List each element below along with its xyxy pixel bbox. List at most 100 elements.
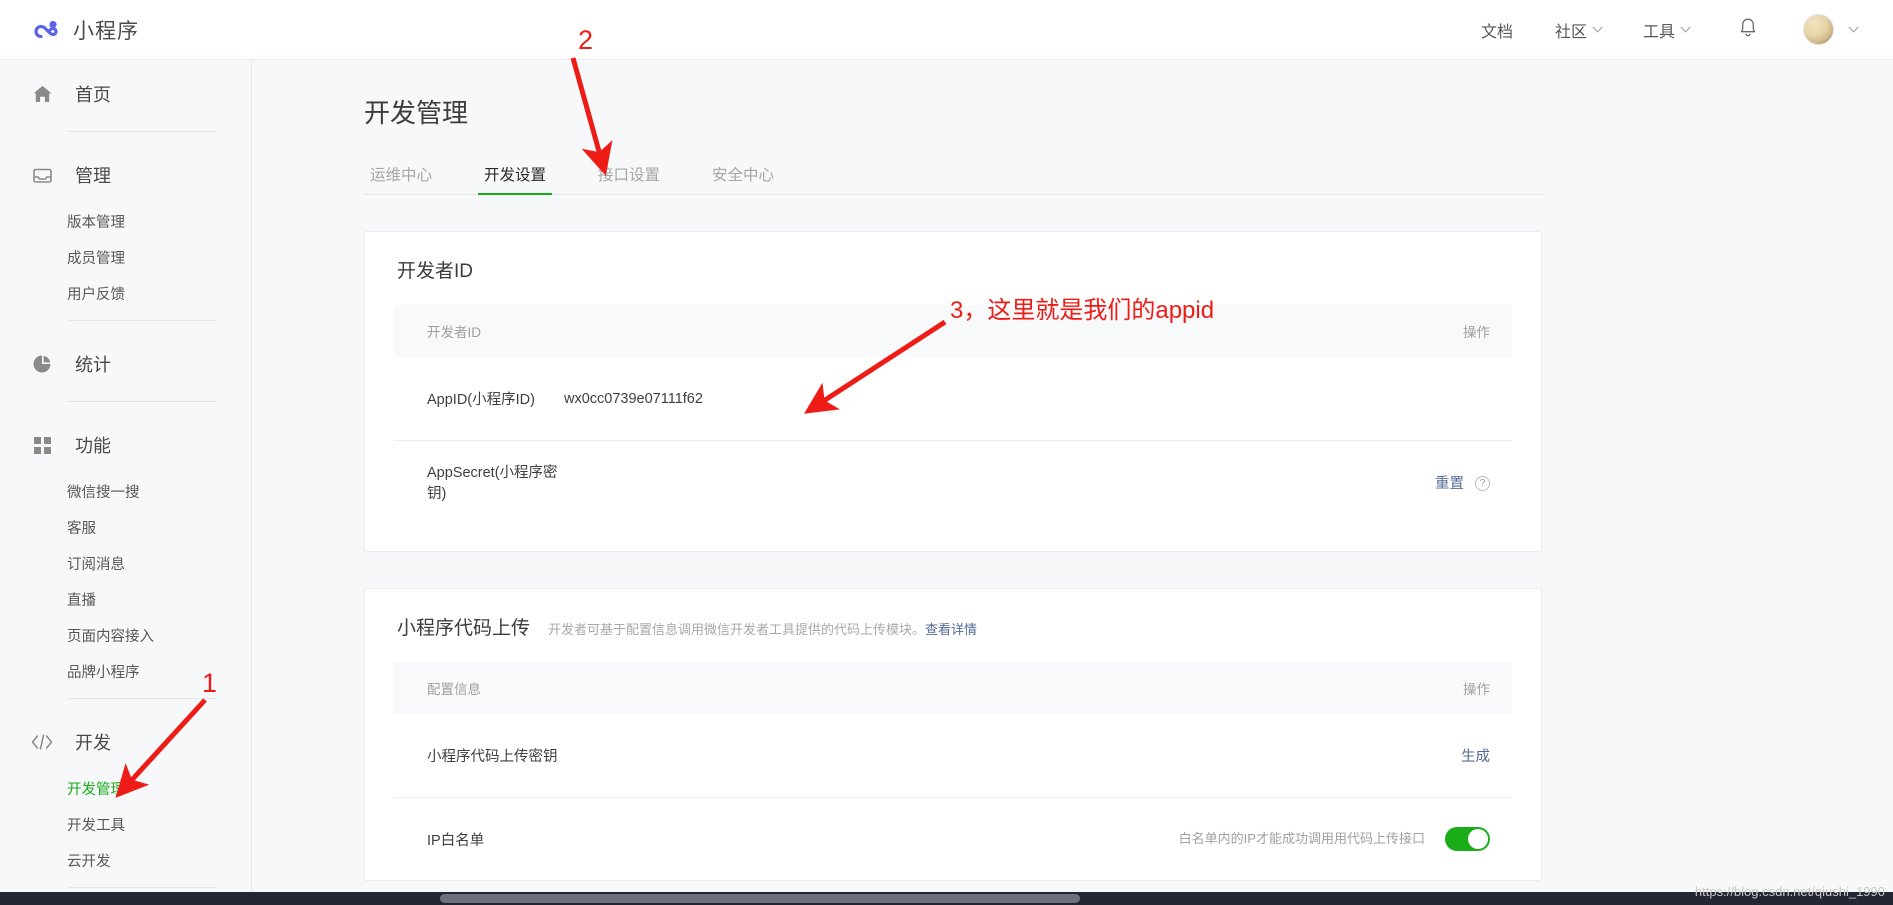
sidebar-sub-label: 微信搜一搜: [67, 481, 140, 502]
sidebar-item-develop-tools[interactable]: 开发工具: [0, 806, 251, 842]
table-header-label: 配置信息: [394, 678, 564, 698]
sidebar-item-features[interactable]: 功能: [0, 417, 251, 473]
sidebar-group-manage: 管理 版本管理 成员管理 用户反馈: [0, 141, 251, 321]
table-header: 配置信息 操作: [394, 662, 1512, 714]
sidebar-item-wechat-search[interactable]: 微信搜一搜: [0, 473, 251, 509]
developer-id-table: 开发者ID 操作 AppID(小程序ID) wx0cc0739e07111f62…: [394, 305, 1512, 523]
table-row: AppSecret(小程序密钥) 重置 ?: [394, 440, 1512, 523]
tab-label: 开发设置: [484, 167, 546, 184]
top-nav-community-label: 社区: [1555, 18, 1587, 42]
sidebar-item-user-feedback[interactable]: 用户反馈: [0, 275, 251, 311]
tab-develop-settings[interactable]: 开发设置: [478, 163, 552, 194]
appid-value: wx0cc0739e07111f62: [564, 391, 1332, 407]
miniprogram-logo-icon: [32, 15, 62, 45]
bell-icon[interactable]: [1737, 16, 1759, 44]
sidebar-sub-label: 订阅消息: [67, 553, 125, 574]
sidebar-group-stats: 统计: [0, 330, 251, 402]
view-details-link[interactable]: 查看详情: [925, 622, 977, 637]
sidebar-divider: [67, 698, 217, 699]
code-upload-table: 配置信息 操作 小程序代码上传密钥 生成 IP白名单 白名单内的IP才能成功调用…: [394, 662, 1512, 880]
sidebar-sub-label: 成员管理: [67, 247, 125, 268]
ip-whitelist-toggle[interactable]: [1445, 827, 1490, 851]
watermark: https://blog.csdn.net/qiushi_1990: [1695, 884, 1885, 899]
scrollbar-thumb[interactable]: [440, 894, 1080, 903]
tab-label: 安全中心: [712, 167, 774, 184]
table-row: 小程序代码上传密钥 生成: [394, 714, 1512, 797]
table-header-action: 操作: [1332, 678, 1512, 698]
inbox-icon: [31, 164, 53, 186]
chevron-down-icon: [1681, 23, 1691, 33]
top-nav-item-community[interactable]: 社区: [1555, 18, 1601, 42]
ip-whitelist-hint: 白名单内的IP才能成功调用用代码上传接口: [1179, 831, 1425, 846]
table-header-label: 开发者ID: [394, 321, 564, 341]
avatar-menu[interactable]: [1803, 14, 1857, 45]
sidebar-item-live[interactable]: 直播: [0, 581, 251, 617]
tab-label: 接口设置: [598, 167, 660, 184]
sidebar-item-statistics[interactable]: 统计: [0, 336, 251, 392]
tab-interface-settings[interactable]: 接口设置: [592, 163, 666, 194]
table-row: IP白名单 白名单内的IP才能成功调用用代码上传接口: [394, 797, 1512, 880]
avatar: [1803, 14, 1834, 45]
sidebar-item-cloud-develop[interactable]: 云开发: [0, 842, 251, 878]
sidebar-item-customer-service[interactable]: 客服: [0, 509, 251, 545]
appsecret-label: AppSecret(小程序密钥): [394, 461, 564, 503]
generate-link[interactable]: 生成: [1461, 749, 1490, 765]
sidebar-sub-label: 开发工具: [67, 814, 125, 835]
sidebar-item-home[interactable]: 首页: [0, 66, 251, 122]
sidebar[interactable]: 首页 管理 版本管理 成员管理 用户反馈: [0, 60, 252, 892]
brand[interactable]: 小程序: [32, 15, 139, 45]
table-header-action: 操作: [1332, 321, 1512, 341]
code-upload-card-title: 小程序代码上传: [397, 613, 530, 640]
sidebar-sub-label: 直播: [67, 589, 96, 610]
sidebar-sub-label: 客服: [67, 517, 96, 538]
code-upload-card-head: 小程序代码上传 开发者可基于配置信息调用微信开发者工具提供的代码上传模块。查看详…: [365, 589, 1541, 640]
sidebar-item-brand-miniprogram[interactable]: 品牌小程序: [0, 653, 251, 689]
page-title: 开发管理: [364, 93, 1893, 130]
sidebar-item-home-label: 首页: [75, 81, 111, 107]
sidebar-item-features-label: 功能: [75, 432, 111, 458]
tab-bar: 运维中心 开发设置 接口设置 安全中心: [364, 157, 1544, 195]
sidebar-group-develop: 开发 开发管理 开发工具 云开发: [0, 708, 251, 888]
home-icon: [31, 83, 53, 105]
appsecret-action: 重置 ?: [1332, 472, 1512, 493]
code-upload-desc-text: 开发者可基于配置信息调用微信开发者工具提供的代码上传模块。: [548, 622, 925, 637]
tab-ops-center[interactable]: 运维中心: [364, 163, 438, 194]
top-nav-item-docs[interactable]: 文档: [1481, 18, 1513, 42]
ip-whitelist-label: IP白名单: [394, 829, 564, 850]
top-bar: 小程序 文档 社区 工具: [0, 0, 1893, 60]
sidebar-item-page-content[interactable]: 页面内容接入: [0, 617, 251, 653]
sidebar-sub-label: 品牌小程序: [67, 661, 140, 682]
sidebar-item-statistics-label: 统计: [75, 351, 111, 377]
horizontal-scrollbar[interactable]: [0, 892, 1893, 905]
sidebar-item-member-manage[interactable]: 成员管理: [0, 239, 251, 275]
sidebar-divider: [67, 887, 217, 888]
top-nav-item-tools[interactable]: 工具: [1643, 18, 1689, 42]
sidebar-item-develop-manage[interactable]: 开发管理: [0, 770, 251, 806]
developer-id-card-title: 开发者ID: [397, 256, 473, 283]
upload-key-action: 生成: [1332, 745, 1512, 766]
question-mark-icon[interactable]: ?: [1475, 476, 1490, 491]
sidebar-item-version-manage[interactable]: 版本管理: [0, 203, 251, 239]
appid-label: AppID(小程序ID): [394, 388, 564, 409]
sidebar-sub-label: 页面内容接入: [67, 625, 154, 646]
sidebar-sub-label: 开发管理: [67, 778, 125, 799]
main-content: 开发管理 运维中心 开发设置 接口设置 安全中心 开发者ID 开发者ID 操作 …: [252, 60, 1893, 892]
tab-label: 运维中心: [370, 167, 432, 184]
tab-security-center[interactable]: 安全中心: [706, 163, 780, 194]
sidebar-divider: [67, 320, 217, 321]
chevron-down-icon: [1593, 23, 1603, 33]
sidebar-item-manage[interactable]: 管理: [0, 147, 251, 203]
top-nav-tools-label: 工具: [1643, 18, 1675, 42]
sidebar-item-develop[interactable]: 开发: [0, 714, 251, 770]
pie-chart-icon: [31, 353, 53, 375]
reset-link[interactable]: 重置: [1435, 476, 1464, 492]
code-upload-card-desc: 开发者可基于配置信息调用微信开发者工具提供的代码上传模块。查看详情: [548, 619, 977, 638]
code-icon: [31, 731, 53, 753]
top-nav: 文档 社区 工具: [1439, 14, 1857, 45]
sidebar-item-subscribe-message[interactable]: 订阅消息: [0, 545, 251, 581]
sidebar-group-home: 首页: [0, 60, 251, 132]
table-row: AppID(小程序ID) wx0cc0739e07111f62: [394, 357, 1512, 440]
sidebar-item-manage-label: 管理: [75, 162, 111, 188]
sidebar-item-develop-label: 开发: [75, 729, 111, 755]
grid-icon: [31, 434, 53, 456]
